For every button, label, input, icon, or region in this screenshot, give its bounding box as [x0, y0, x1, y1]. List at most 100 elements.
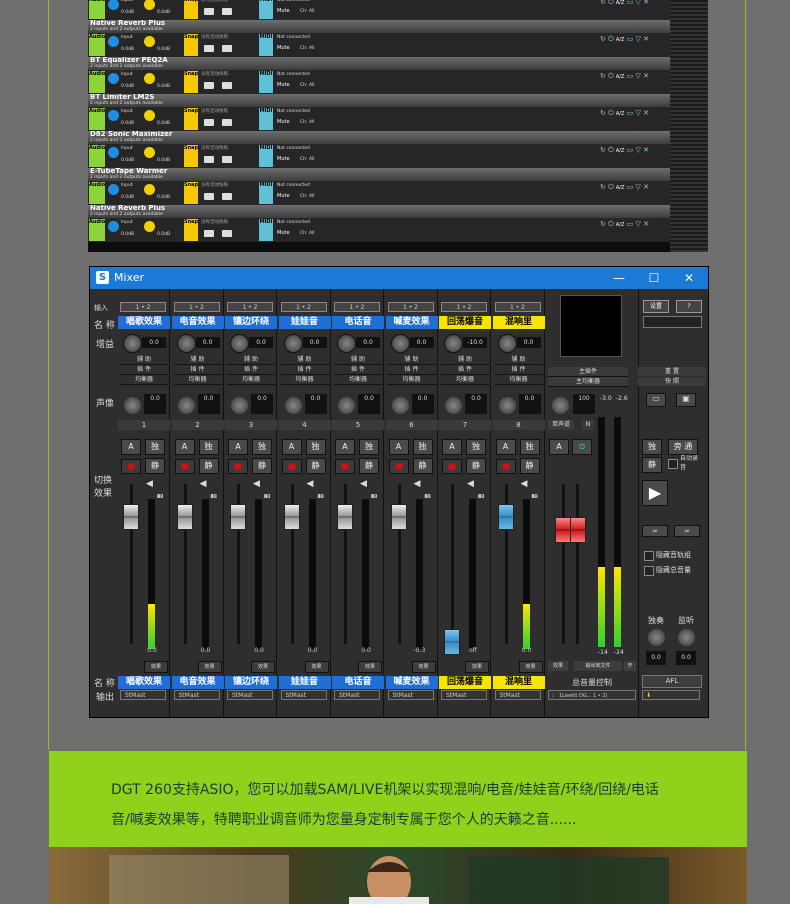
channel-fader[interactable] — [337, 504, 353, 530]
record-button[interactable] — [228, 459, 248, 474]
channel-row-button[interactable]: 插 件 — [334, 365, 382, 375]
channel-fader[interactable] — [444, 629, 460, 655]
snap-tag[interactable]: Snap — [184, 71, 198, 93]
channel-name[interactable]: 混响里 — [492, 316, 545, 329]
snap-prev-button[interactable] — [204, 82, 214, 89]
channel-row-button[interactable]: 辅 助 — [387, 355, 436, 365]
plugin-actions[interactable]: ↻ ⏻ A/Z ▭ ▽ ✕ — [600, 146, 680, 156]
pan-knob[interactable] — [284, 397, 302, 414]
mono-button[interactable]: 单声道 — [548, 420, 574, 430]
link2-icon[interactable]: ∞ — [674, 525, 700, 537]
switch-effect-label[interactable]: 切换效果 — [94, 475, 118, 501]
plugin-actions[interactable]: ↻ ⏻ A/Z ▭ ▽ ✕ — [600, 72, 680, 82]
output-knob[interactable] — [144, 221, 155, 232]
output-knob[interactable] — [144, 184, 155, 195]
channel-fx-button[interactable]: 效果 — [411, 661, 436, 673]
channel-mute-button[interactable]: 静 — [252, 458, 272, 474]
channel-a-button[interactable]: A — [228, 439, 248, 455]
monitor-knob[interactable] — [678, 629, 695, 646]
channel-row-button[interactable]: 插 件 — [227, 365, 275, 375]
channel-input-select[interactable]: 1 • 2 — [334, 302, 380, 312]
master-output-select[interactable]: ↓ 1Lewitt DG... 1 • 2) — [548, 690, 636, 700]
master-link-icon[interactable]: ⊙ — [572, 439, 592, 455]
output-knob[interactable] — [144, 147, 155, 158]
gain-knob[interactable] — [176, 334, 196, 353]
input-knob[interactable] — [108, 184, 119, 195]
folder-icon[interactable]: ▭ — [646, 393, 666, 407]
gain-knob[interactable] — [283, 334, 303, 353]
channel-row-button[interactable]: 插 件 — [280, 365, 329, 375]
channel-row-button[interactable]: 插 件 — [494, 365, 543, 375]
channel-fx-button[interactable]: 效果 — [358, 661, 382, 673]
channel-solo-button[interactable]: 独 — [198, 439, 219, 455]
solo-knob[interactable] — [648, 629, 665, 646]
record-button[interactable] — [121, 459, 141, 474]
output-knob[interactable] — [144, 110, 155, 121]
pan-knob[interactable] — [445, 397, 462, 414]
snap-tag[interactable]: Snap — [184, 182, 198, 204]
channel-row-button[interactable]: 插 件 — [173, 365, 222, 375]
channel-name[interactable]: 娃娃音 — [278, 316, 331, 329]
channel-input-select[interactable]: 1 • 2 — [494, 302, 541, 312]
channel-mute-button[interactable]: 静 — [305, 458, 326, 474]
pan-knob[interactable] — [391, 397, 409, 414]
plugin-actions[interactable]: ↻ ⏻ A/Z ▭ ▽ ✕ — [600, 0, 680, 8]
snap-next-button[interactable] — [222, 156, 232, 163]
channel-fx-button[interactable]: 效果 — [144, 661, 168, 673]
gain-knob[interactable] — [230, 334, 249, 353]
channel-output-select[interactable]: StMast — [334, 690, 380, 700]
plugin-actions[interactable]: ↻ ⏻ A/Z ▭ ▽ ✕ — [600, 35, 680, 45]
channel-row-button[interactable]: 辅 助 — [494, 355, 543, 365]
channel-a-button[interactable]: A — [281, 439, 302, 455]
channel-output-select[interactable]: StMast — [280, 690, 327, 700]
channel-row-button[interactable]: 辅 助 — [227, 355, 275, 365]
open-button[interactable]: 开 — [624, 661, 636, 671]
master-insert[interactable]: 主插件 — [548, 367, 628, 377]
snap-tag[interactable]: Snap — [184, 219, 198, 241]
channel-fx-button[interactable]: 效果 — [518, 661, 543, 673]
channel-row-button[interactable]: 辅 助 — [173, 355, 222, 365]
channel-input-select[interactable]: 1 • 2 — [173, 302, 220, 312]
mute-label[interactable]: Mute — [277, 156, 290, 162]
output-knob[interactable] — [144, 36, 155, 47]
channel-output-select[interactable]: StMast — [441, 690, 487, 700]
channel-a-button[interactable]: A — [174, 439, 195, 455]
channel-solo-button[interactable]: 独 — [412, 439, 433, 455]
snap-prev-button[interactable] — [204, 156, 214, 163]
channel-solo-button[interactable]: 独 — [305, 439, 326, 455]
master-pan-knob[interactable] — [552, 397, 569, 414]
channel-mute-button[interactable]: 静 — [466, 458, 486, 474]
channel-solo-button[interactable]: 独 — [359, 439, 379, 455]
channel-name[interactable]: 喊麦效果 — [385, 316, 438, 329]
plugin-actions[interactable]: ↻ ⏻ A/Z ▭ ▽ ✕ — [600, 109, 680, 119]
pan-knob[interactable] — [338, 397, 355, 414]
channel-name[interactable]: 电话音 — [332, 316, 384, 329]
input-knob[interactable] — [108, 110, 119, 121]
snap-tag[interactable]: Snap — [184, 34, 198, 56]
n-button[interactable]: N — [582, 420, 594, 430]
pan-knob[interactable] — [498, 397, 516, 414]
channel-solo-button[interactable]: 独 — [145, 439, 165, 455]
input-knob[interactable] — [108, 0, 119, 10]
channel-fader[interactable] — [230, 504, 246, 530]
snap-prev-button[interactable] — [204, 45, 214, 52]
channel-output-select[interactable]: StMast — [120, 690, 166, 700]
channel-name[interactable]: 电音效果 — [171, 316, 224, 329]
play-button[interactable]: ▶ — [642, 480, 668, 506]
hide-master-checkbox[interactable] — [644, 566, 654, 576]
afl-button[interactable]: AFL — [642, 675, 702, 688]
mute-label[interactable]: Mute — [277, 8, 290, 14]
record-button[interactable] — [174, 459, 195, 474]
reset-button[interactable]: 重 置 — [638, 367, 706, 376]
snap-prev-button[interactable] — [204, 193, 214, 200]
record-to-file-button[interactable]: 输出到文件 — [574, 661, 622, 671]
midi-tag[interactable]: MIDI — [259, 71, 273, 93]
gain-knob[interactable] — [337, 334, 356, 353]
bypass-button[interactable]: 旁 通 — [668, 439, 698, 455]
midi-tag[interactable]: MIDI — [259, 219, 273, 241]
midi-tag[interactable]: MIDI — [259, 0, 273, 19]
pan-knob[interactable] — [231, 397, 248, 414]
channel-input-select[interactable]: 1 • 2 — [120, 302, 166, 312]
channel-a-button[interactable]: A — [442, 439, 462, 455]
master-fx-button[interactable]: 效果 — [548, 661, 568, 671]
